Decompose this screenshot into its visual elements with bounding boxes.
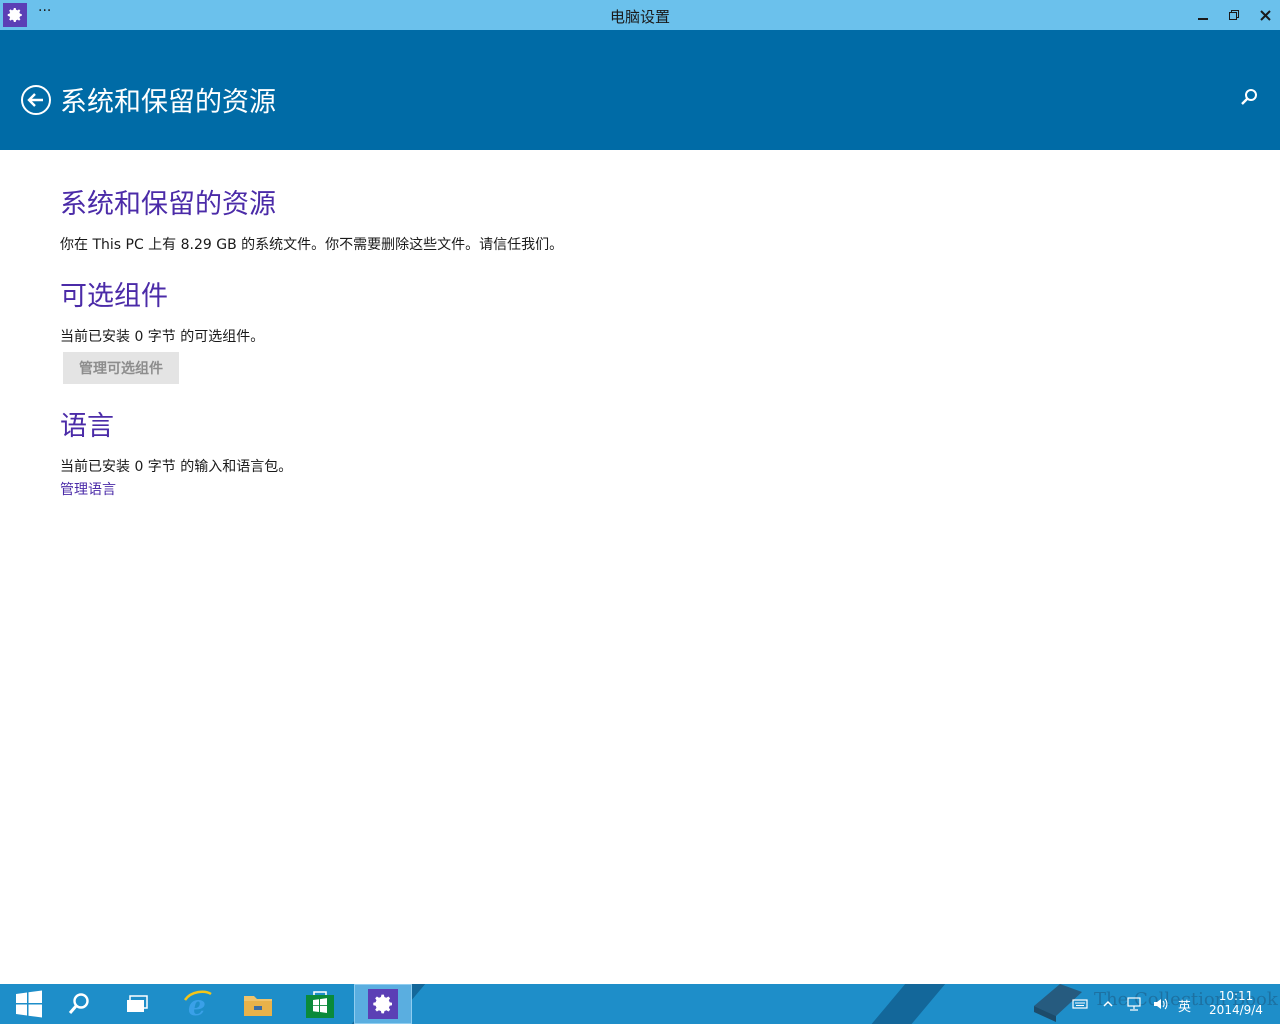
search-icon [68,993,89,1014]
task-view-icon [127,995,148,1012]
close-button[interactable] [1250,0,1280,30]
taskbar-search-button[interactable] [50,984,108,1024]
back-button[interactable] [20,84,52,116]
file-explorer-button[interactable] [229,984,287,1024]
optional-components-text: 当前已安装 0 字节 的可选组件。 [60,329,265,345]
keyboard-icon[interactable] [1072,996,1088,1012]
restore-icon [1229,10,1239,20]
taskbar-stripe [854,984,946,1024]
chevron-up-icon[interactable] [1100,996,1116,1012]
minimize-icon [1198,18,1208,20]
task-view-button[interactable] [108,984,166,1024]
page-title: 系统和保留的资源 [60,87,276,118]
section-heading-system: 系统和保留的资源 [60,189,276,220]
restore-button[interactable] [1219,0,1249,30]
language-packs-text: 当前已安装 0 字节 的输入和语言包。 [60,459,293,475]
search-button[interactable] [1240,88,1262,110]
store-button[interactable] [291,984,349,1024]
settings-gear-icon [368,989,398,1019]
screen: ··· 电脑设置 系统和保留的资源 系统和保留的资源 你在 This PC 上有… [0,0,1280,1024]
network-icon[interactable] [1126,996,1142,1012]
pc-settings-taskbar-button[interactable] [354,984,412,1024]
back-arrow-icon [21,85,51,115]
clock-time: 10:11 [1218,989,1254,1003]
close-icon [1259,9,1271,21]
windows-logo-icon [16,990,42,1018]
taskbar: e The Collection Book 英 10:11 2014/9/4 [0,984,1280,1024]
internet-explorer-icon: e [183,989,212,1020]
search-icon [1241,89,1257,105]
volume-icon[interactable] [1152,996,1168,1012]
manage-languages-link[interactable]: 管理语言 [60,479,116,499]
window-title: 电脑设置 [609,8,670,26]
ime-indicator[interactable]: 英 [1178,996,1191,1015]
minimize-button[interactable] [1188,0,1218,30]
taskbar-clock[interactable]: 10:11 2014/9/4 [1198,989,1274,1017]
section-heading-optional: 可选组件 [60,281,168,312]
section-heading-language: 语言 [60,411,114,442]
svg-text:e: e [188,989,206,1020]
clock-date: 2014/9/4 [1209,1003,1263,1017]
internet-explorer-button[interactable]: e [168,984,226,1024]
folder-icon [244,996,272,1016]
store-bag-icon [306,991,334,1018]
system-files-text: 你在 This PC 上有 8.29 GB 的系统文件。你不需要删除这些文件。请… [60,237,564,253]
page-header: 系统和保留的资源 [0,30,1280,150]
title-bar: ··· 电脑设置 [0,0,1280,30]
manage-optional-components-button[interactable]: 管理可选组件 [63,352,179,384]
